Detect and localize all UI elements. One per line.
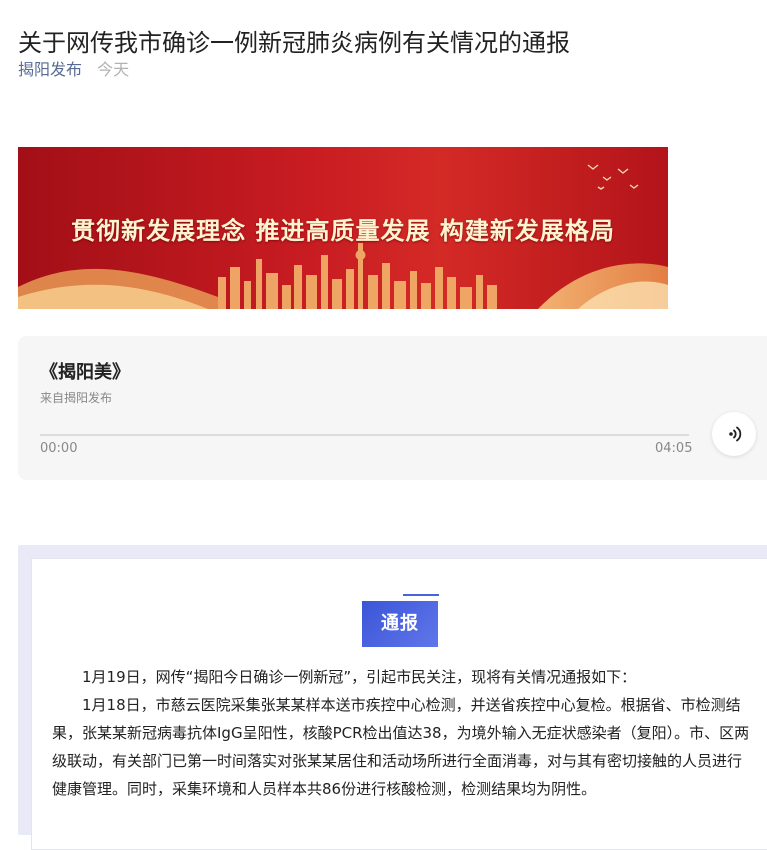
audio-player[interactable]: 《揭阳美》 来自揭阳发布 00:00 04:05	[18, 336, 767, 480]
article-source-link[interactable]: 揭阳发布	[18, 60, 82, 79]
audio-title: 《揭阳美》	[40, 362, 130, 383]
publish-time: 今天	[97, 60, 130, 79]
audio-current-time: 00:00	[40, 441, 78, 456]
article-meta: 揭阳发布 今天	[18, 58, 129, 82]
audio-source: 来自揭阳发布	[40, 391, 113, 405]
notice-paragraph: 1月18日，市慈云医院采集张某某样本送市疾控中心检测，并送省疾控中心复检。根据省…	[52, 696, 750, 798]
banner-slogan: 贯彻新发展理念 推进高质量发展 构建新发展格局	[71, 216, 615, 245]
article-title: 关于网传我市确诊一例新冠肺炎病例有关情况的通报	[18, 29, 570, 58]
sound-wave-icon	[729, 426, 742, 442]
audio-play-button[interactable]	[712, 412, 756, 456]
banner-image: 贯彻新发展理念 推进高质量发展 构建新发展格局	[18, 147, 668, 309]
notice-body: 1月19日，网传“揭阳今日确诊一例新冠”，引起市民关注，现将有关情况通报如下： …	[52, 663, 752, 803]
notice-tag: 通报	[362, 601, 438, 647]
notice-box: 通报 1月19日，网传“揭阳今日确诊一例新冠”，引起市民关注，现将有关情况通报如…	[31, 558, 767, 850]
audio-duration: 04:05	[655, 441, 693, 456]
audio-progress-bar[interactable]	[40, 434, 689, 436]
notice-frame: 通报 1月19日，网传“揭阳今日确诊一例新冠”，引起市民关注，现将有关情况通报如…	[18, 545, 767, 850]
notice-paragraph: 1月19日，网传“揭阳今日确诊一例新冠”，引起市民关注，现将有关情况通报如下：	[82, 668, 637, 686]
tag-accent-line	[403, 594, 439, 596]
